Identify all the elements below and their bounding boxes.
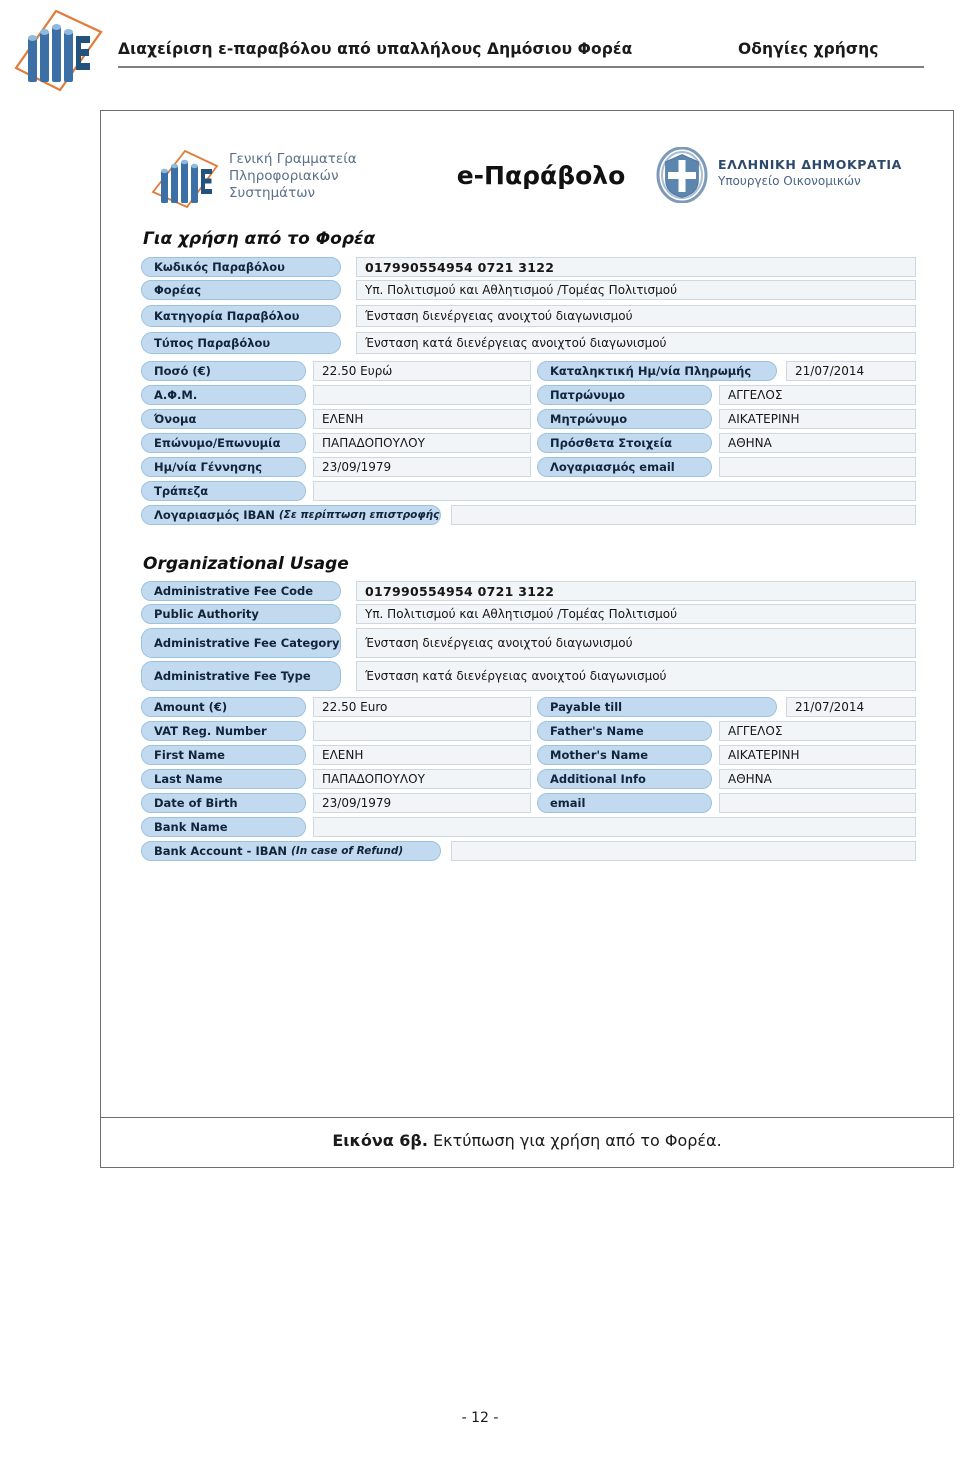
- field-label-payable-till-en: Payable till: [537, 697, 777, 717]
- field-label-last-name: Επώνυμο/Επωνυμία: [141, 433, 306, 453]
- field-value-iban: [451, 505, 916, 525]
- header-divider: [118, 66, 924, 68]
- field-label-date-of-birth-en: Date of Birth: [141, 793, 306, 813]
- field-label-iban-note: (Σε περίπτωση επιστροφής): [278, 509, 441, 521]
- field-value-mother-name: ΑΙΚΑΤΕΡΙΝΗ: [719, 409, 916, 429]
- field-label-date-of-birth: Ημ/νία Γέννησης: [141, 457, 306, 477]
- hellenic-republic-block: ΕΛΛΗΝΙΚΗ ΔΗΜΟΚΡΑΤΙΑ Υπουργείο Οικονομικώ…: [656, 145, 946, 209]
- field-value-father-name: ΑΓΓΕΛΟΣ: [719, 385, 916, 405]
- field-label-bank-name: Τράπεζα: [141, 481, 306, 501]
- field-value-date-of-birth-en: 23/09/1979: [313, 793, 531, 813]
- field-label-first-name-en: First Name: [141, 745, 306, 765]
- field-label-public-authority: Public Authority: [141, 604, 341, 624]
- hellenic-republic-title: ΕΛΛΗΝΙΚΗ ΔΗΜΟΚΡΑΤΙΑ: [718, 157, 902, 172]
- field-label-amount: Ποσό (€): [141, 361, 306, 381]
- field-value-first-name-en: ΕΛΕΝΗ: [313, 745, 531, 765]
- field-label-email: Λογαριασμός email: [537, 457, 712, 477]
- field-label-first-name: Όνομα: [141, 409, 306, 429]
- figure-caption-text: Εκτύπωση για χρήση από το Φορέα.: [427, 1131, 722, 1150]
- field-value-amount: 22.50 Ευρώ: [313, 361, 531, 381]
- hellenic-ministry-subtitle: Υπουργείο Οικονομικών: [718, 174, 861, 188]
- gsis-line-3: Συστημάτων: [229, 185, 316, 201]
- field-label-payable-till: Καταληκτική Ημ/νία Πληρωμής: [537, 361, 777, 381]
- field-label-additional-info: Πρόσθετα Στοιχεία: [537, 433, 712, 453]
- field-label-iban-en-text: Bank Account - IBAN: [154, 844, 288, 858]
- figure-frame: Γενική Γραμματεία Πληροφοριακών Συστημάτ…: [100, 110, 954, 1168]
- field-label-paravolo-code: Κωδικός Παραβόλου: [141, 257, 341, 277]
- field-value-additional-info: ΑΘΗΝΑ: [719, 433, 916, 453]
- field-value-public-authority: Υπ. Πολιτισμού και Αθλητισμού /Τομέας Πο…: [356, 604, 916, 624]
- field-value-additional-info-en: ΑΘΗΝΑ: [719, 769, 916, 789]
- field-value-paravolo-category: Ένσταση διενέργειας ανοιχτού διαγωνισμού: [356, 305, 916, 327]
- field-label-iban-en-note: (In case of Refund): [291, 845, 404, 857]
- gsis-logo-icon: [14, 9, 103, 92]
- greek-section-title: Για χρήση από το Φορέα: [143, 229, 376, 249]
- field-label-father-name: Πατρώνυμο: [537, 385, 712, 405]
- field-value-bank-name-en: [313, 817, 916, 837]
- hellenic-republic-text: ΕΛΛΗΝΙΚΗ ΔΗΜΟΚΡΑΤΙΑ Υπουργείο Οικονομικώ…: [718, 157, 902, 188]
- english-section-title: Organizational Usage: [143, 554, 349, 574]
- field-value-iban-en: [451, 841, 916, 861]
- header-doc-subtitle: Οδηγίες χρήσης: [738, 40, 879, 58]
- field-value-bank-name: [313, 481, 916, 501]
- field-value-email-en: [719, 793, 916, 813]
- field-label-admin-fee-category: Administrative Fee Category: [141, 628, 341, 658]
- field-label-admin-fee-type: Administrative Fee Type: [141, 661, 341, 691]
- field-label-fathers-name-en: Father's Name: [537, 721, 712, 741]
- gsis-logo-block: Γενική Γραμματεία Πληροφοριακών Συστημάτ…: [149, 143, 429, 215]
- field-value-fathers-name-en: ΑΓΓΕΛΟΣ: [719, 721, 916, 741]
- field-label-vat-number: Α.Φ.Μ.: [141, 385, 306, 405]
- field-label-paravolo-type: Τύπος Παραβόλου: [141, 332, 341, 354]
- eparavolo-wordmark: e-Παράβολο: [456, 161, 626, 190]
- eparavolo-printout: Γενική Γραμματεία Πληροφοριακών Συστημάτ…: [101, 111, 953, 1117]
- field-value-date-of-birth: 23/09/1979: [313, 457, 531, 477]
- field-label-paravolo-category: Κατηγορία Παραβόλου: [141, 305, 341, 327]
- field-label-email-en: email: [537, 793, 712, 813]
- field-label-bank-name-en: Bank Name: [141, 817, 306, 837]
- field-label-mothers-name-en: Mother's Name: [537, 745, 712, 765]
- greek-form: Κωδικός Παραβόλου 017990554954 0721 3122…: [101, 257, 953, 527]
- figure-caption: Εικόνα 6β. Εκτύπωση για χρήση από το Φορ…: [101, 1131, 953, 1150]
- gsis-logo-text: Γενική Γραμματεία Πληροφοριακών Συστημάτ…: [229, 151, 357, 202]
- field-value-admin-fee-code: 017990554954 0721 3122: [356, 581, 916, 601]
- gsis-logo-icon: [151, 149, 219, 209]
- field-value-mothers-name-en: ΑΙΚΑΤΕΡΙΝΗ: [719, 745, 916, 765]
- page-header: Διαχείριση ε-παραβόλου από υπαλλήλους Δη…: [0, 0, 960, 100]
- field-label-last-name-en: Last Name: [141, 769, 306, 789]
- field-value-first-name: ΕΛΕΝΗ: [313, 409, 531, 429]
- field-value-payable-till-en: 21/07/2014: [786, 697, 916, 717]
- field-label-vat-reg-number-en: VAT Reg. Number: [141, 721, 306, 741]
- field-value-vat-number: [313, 385, 531, 405]
- field-value-foreas: Υπ. Πολιτισμού και Αθλητισμού /Τομέας Πο…: [356, 280, 916, 300]
- gsis-line-1: Γενική Γραμματεία: [229, 151, 357, 167]
- field-label-iban-en: Bank Account - IBAN (In case of Refund): [141, 841, 441, 861]
- field-value-vat-reg-number-en: [313, 721, 531, 741]
- field-value-last-name-en: ΠΑΠΑΔΟΠΟΥΛΟΥ: [313, 769, 531, 789]
- field-label-iban: Λογαριασμός IBAN (Σε περίπτωση επιστροφή…: [141, 505, 441, 525]
- field-value-payable-till: 21/07/2014: [786, 361, 916, 381]
- field-value-last-name: ΠΑΠΑΔΟΠΟΥΛΟΥ: [313, 433, 531, 453]
- field-value-admin-fee-type: Ένσταση κατά διενέργειας ανοιχτού διαγων…: [356, 661, 916, 691]
- header-title-row: Διαχείριση ε-παραβόλου από υπαλλήλους Δη…: [118, 40, 918, 68]
- field-value-paravolo-type: Ένσταση κατά διενέργειας ανοιχτού διαγων…: [356, 332, 916, 354]
- field-label-iban-text: Λογαριασμός IBAN: [154, 508, 275, 522]
- field-label-admin-fee-code: Administrative Fee Code: [141, 581, 341, 601]
- header-doc-title: Διαχείριση ε-παραβόλου από υπαλλήλους Δη…: [118, 40, 633, 58]
- hellenic-republic-emblem-icon: [656, 147, 708, 203]
- field-value-amount-en: 22.50 Euro: [313, 697, 531, 717]
- figure-caption-label: Εικόνα 6β.: [332, 1131, 428, 1150]
- gsis-line-2: Πληροφοριακών: [229, 168, 339, 184]
- field-value-email: [719, 457, 916, 477]
- eparavolo-header: Γενική Γραμματεία Πληροφοριακών Συστημάτ…: [101, 139, 953, 219]
- field-value-paravolo-code: 017990554954 0721 3122: [356, 257, 916, 277]
- field-label-amount-en: Amount (€): [141, 697, 306, 717]
- figure-caption-area: Εικόνα 6β. Εκτύπωση για χρήση από το Φορ…: [101, 1117, 953, 1167]
- field-label-additional-info-en: Additional Info: [537, 769, 712, 789]
- field-value-admin-fee-category: Ένσταση διενέργειας ανοιχτού διαγωνισμού: [356, 628, 916, 658]
- field-label-foreas: Φορέας: [141, 280, 341, 300]
- english-form: Administrative Fee Code 017990554954 072…: [101, 581, 953, 861]
- field-label-mother-name: Μητρώνυμο: [537, 409, 712, 429]
- page-number: - 12 -: [461, 1410, 499, 1426]
